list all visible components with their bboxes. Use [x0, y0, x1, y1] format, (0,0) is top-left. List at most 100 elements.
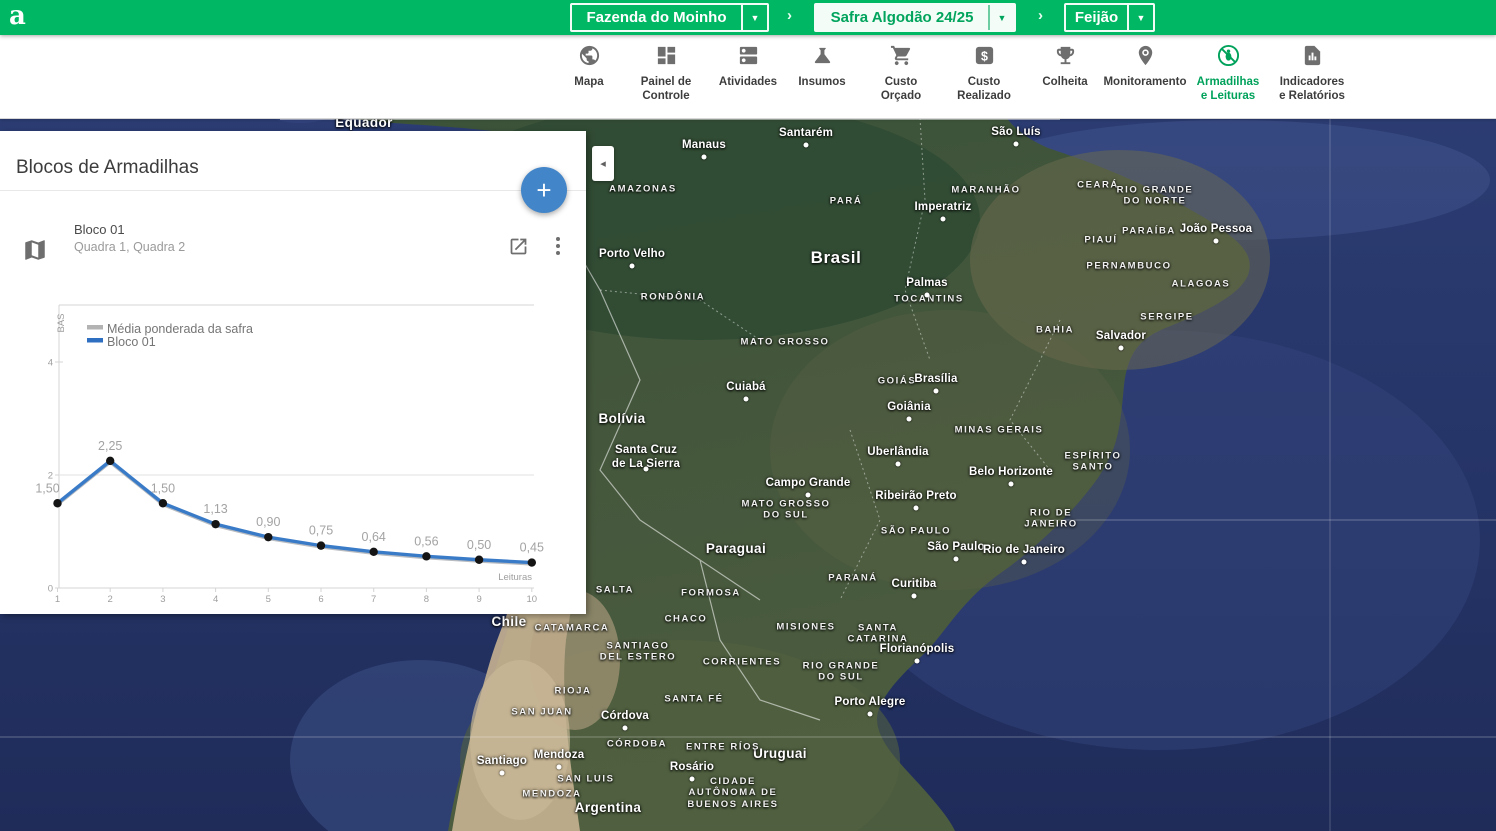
- activities-icon: [737, 44, 760, 72]
- top-app-bar: a Fazenda do Moinho ▼ › Safra Algodão 24…: [0, 0, 1496, 35]
- block-card-title: Bloco 01: [74, 222, 125, 237]
- map-label: SANTA CATARINA: [848, 623, 909, 646]
- toolbar-item-label: Custo Orçado: [881, 76, 921, 104]
- more-vert-icon[interactable]: [549, 234, 567, 258]
- farm-selector-label: Fazenda do Moinho: [572, 5, 741, 30]
- map-label: CORRIENTES: [703, 656, 781, 667]
- dollar-icon: $: [973, 44, 996, 72]
- breadcrumb-separator: ›: [787, 7, 792, 24]
- svg-text:9: 9: [476, 594, 481, 605]
- chevron-down-icon[interactable]: ▼: [1129, 5, 1153, 30]
- map-label: GOIÁS: [878, 375, 917, 386]
- panel-collapse-button[interactable]: ◂: [592, 146, 614, 181]
- chevron-down-icon[interactable]: ▼: [743, 5, 767, 30]
- city-dot: [941, 217, 946, 222]
- farm-selector[interactable]: Fazenda do Moinho ▼: [570, 3, 769, 32]
- svg-text:6: 6: [318, 594, 323, 605]
- season-selector-label: Safra Algodão 24/25: [816, 5, 988, 30]
- map-label: Mendoza: [534, 749, 585, 763]
- city-dot: [954, 557, 959, 562]
- open-in-new-icon[interactable]: [508, 236, 529, 257]
- map-label: Porto Alegre: [835, 696, 906, 710]
- city-dot: [925, 293, 930, 298]
- map-label: SALTA: [596, 584, 634, 595]
- crop-selector[interactable]: Feijão ▼: [1064, 3, 1155, 32]
- map-label: SAN JUAN: [511, 706, 572, 717]
- svg-text:1,13: 1,13: [203, 502, 227, 516]
- map-label: Cuiabá: [726, 381, 766, 395]
- city-dot: [557, 765, 562, 770]
- svg-text:2: 2: [48, 471, 53, 482]
- map-label: PARANÁ: [828, 572, 878, 583]
- season-selector[interactable]: Safra Algodão 24/25 ▼: [814, 3, 1016, 32]
- map-label: FORMOSA: [681, 587, 741, 598]
- city-dot: [1014, 142, 1019, 147]
- map-label: SERGIPE: [1140, 311, 1193, 322]
- city-dot: [1009, 482, 1014, 487]
- svg-text:0,56: 0,56: [414, 534, 438, 548]
- toolbar-item-label: Custo Realizado: [957, 76, 1011, 104]
- module-toolbar: MapaPainel de ControleAtividadesInsumosC…: [0, 35, 1496, 119]
- map-label: Porto Velho: [599, 248, 665, 262]
- collapse-arrow-icon: ◂: [600, 157, 606, 170]
- svg-text:$: $: [981, 49, 988, 63]
- toolbar-item-label: Mapa: [574, 76, 603, 90]
- map-label: MINAS GERAIS: [955, 424, 1044, 435]
- map-label: CÓRDOBA: [607, 738, 667, 749]
- toolbar-item-custo-orcado[interactable]: Custo Orçado: [855, 44, 947, 104]
- city-dot: [690, 777, 695, 782]
- toolbar-item-label: Painel de Controle: [641, 76, 692, 104]
- svg-text:0,45: 0,45: [520, 541, 544, 555]
- map-label: São Paulo: [927, 541, 984, 555]
- globe-icon: [578, 44, 601, 72]
- map-label: Palmas: [906, 277, 947, 291]
- map-label: CEARÁ: [1077, 179, 1119, 190]
- crop-selector-label: Feijão: [1066, 5, 1127, 30]
- map-label: Bolívia: [598, 411, 645, 427]
- map-label: CIDADE AUTÔNOMA DE BUENOS AIRES: [687, 776, 778, 810]
- city-dot: [896, 462, 901, 467]
- svg-text:1,50: 1,50: [151, 481, 175, 495]
- map-label: CATAMARCA: [535, 622, 610, 633]
- map-label: AMAZONAS: [609, 183, 677, 194]
- city-dot: [912, 594, 917, 599]
- map-label: Paraguai: [706, 541, 766, 557]
- toolbar-item-indicadores-e-relatorios[interactable]: Indicadores e Relatórios: [1266, 44, 1358, 104]
- map-label: Uberlândia: [867, 446, 928, 460]
- toolbar-item-armadilhas-e-leituras[interactable]: Armadilhas e Leituras: [1182, 44, 1274, 104]
- city-dot: [630, 264, 635, 269]
- block-card-subtitle: Quadra 1, Quadra 2: [74, 240, 185, 254]
- map-label: MATO GROSSO: [740, 336, 829, 347]
- map-label: MENDOZA: [522, 788, 581, 799]
- toolbar-item-monitoramento[interactable]: Monitoramento: [1099, 44, 1191, 90]
- toolbar-item-colheita[interactable]: Colheita: [1019, 44, 1111, 90]
- add-block-button[interactable]: +: [521, 167, 567, 213]
- toolbar-item-painel-de-controle[interactable]: Painel de Controle: [620, 44, 712, 104]
- svg-text:4: 4: [48, 358, 53, 369]
- map-label: Brasília: [914, 373, 957, 387]
- svg-text:0,75: 0,75: [309, 524, 333, 538]
- city-dot: [907, 417, 912, 422]
- map-icon: [22, 237, 48, 263]
- map-label: Santarém: [779, 127, 833, 141]
- readings-chart: 02412345678910LeiturasBASMédia ponderada…: [0, 297, 586, 614]
- map-label: Córdova: [601, 710, 649, 724]
- city-dot: [623, 726, 628, 731]
- city-dot: [914, 506, 919, 511]
- toolbar-item-custo-realizado[interactable]: $ Custo Realizado: [938, 44, 1030, 104]
- toolbar-item-label: Indicadores e Relatórios: [1279, 76, 1345, 104]
- svg-text:5: 5: [266, 594, 271, 605]
- toolbar-item-label: Armadilhas e Leituras: [1197, 76, 1260, 104]
- city-dot: [1119, 346, 1124, 351]
- map-label: CHACO: [665, 613, 708, 624]
- map-label: ALAGOAS: [1172, 278, 1231, 289]
- map-label: João Pessoa: [1180, 223, 1253, 237]
- pest-off-icon: [1217, 44, 1240, 72]
- map-label: BAHIA: [1036, 324, 1074, 335]
- chevron-down-icon[interactable]: ▼: [990, 5, 1014, 30]
- map-label: SANTIAGO DEL ESTERO: [600, 641, 677, 664]
- city-dot: [804, 143, 809, 148]
- report-icon: [1301, 44, 1324, 72]
- map-label: Manaus: [682, 139, 726, 153]
- map-label: PIAUÍ: [1084, 234, 1117, 245]
